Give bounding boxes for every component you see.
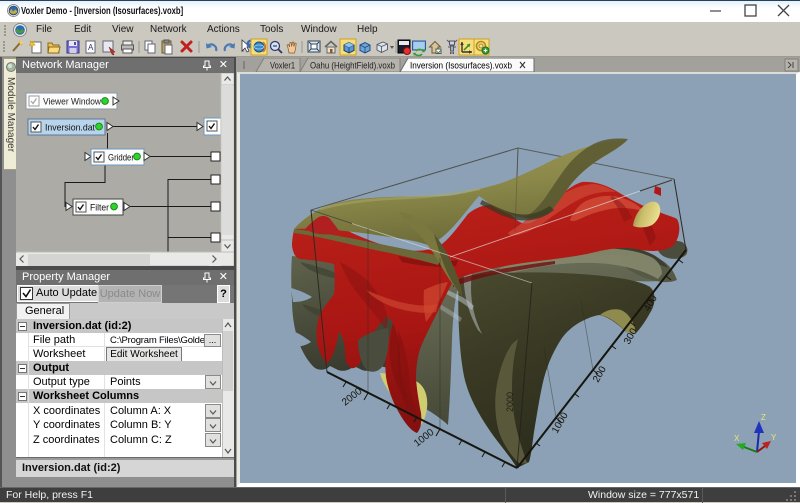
svg-text:Voxler1: Voxler1 xyxy=(270,61,295,72)
svg-text:Inversion (Isosurfaces).voxb: Inversion (Isosurfaces).voxb xyxy=(410,61,512,72)
svg-text:Gridder: Gridder xyxy=(108,153,134,164)
svg-text:Y: Y xyxy=(771,433,777,442)
svg-text:Inversion.dat: Inversion.dat xyxy=(45,123,95,134)
svg-text:A: A xyxy=(88,43,94,52)
svg-text:Filter: Filter xyxy=(90,203,109,214)
svg-text:2000: 2000 xyxy=(505,392,515,412)
svg-text:Viewer Window: Viewer Window xyxy=(43,97,101,108)
svg-text:Oahu (HeightField).voxb: Oahu (HeightField).voxb xyxy=(310,61,395,72)
svg-text:Z: Z xyxy=(761,413,766,422)
svg-text:X: X xyxy=(734,434,740,443)
